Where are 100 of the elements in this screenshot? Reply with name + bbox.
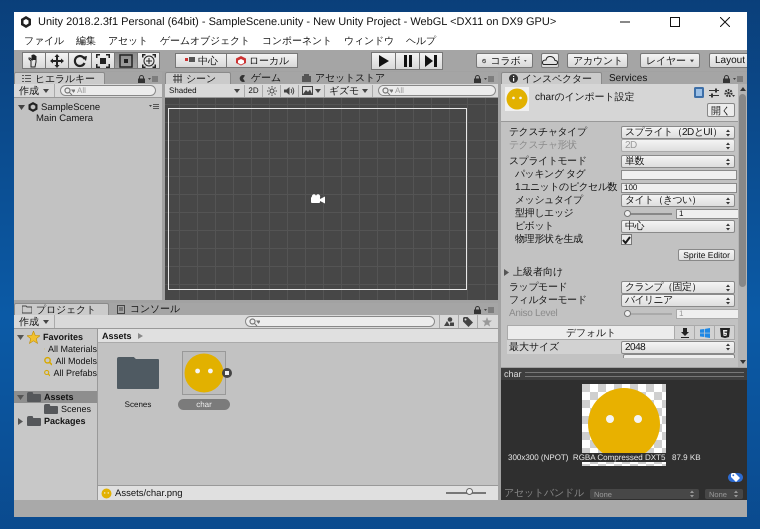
menu-item[interactable]: ファイル: [18, 34, 70, 48]
menu-item[interactable]: コンポーネント: [256, 34, 338, 48]
2d-toggle[interactable]: 2D: [245, 84, 263, 96]
play-button[interactable]: [371, 52, 395, 70]
sprite-editor-button[interactable]: Sprite Editor: [678, 249, 735, 261]
shading-dropdown[interactable]: Shaded: [165, 84, 245, 96]
window-title: Unity 2018.2.3f1 Personal (64bit) - SampleScene.unity - New Unity Project - WebGL <DX11 on DX9 GPU>: [38, 16, 556, 28]
expanded-arrow-icon[interactable]: [18, 104, 25, 110]
panel-menu-icon[interactable]: [484, 75, 494, 83]
menu-item[interactable]: ゲームオブジェクト: [154, 34, 256, 48]
text-field[interactable]: [621, 170, 737, 180]
checkbox[interactable]: [621, 234, 632, 245]
play-badge-icon[interactable]: [222, 368, 232, 378]
search-field[interactable]: All: [378, 85, 496, 96]
pacman-icon: [238, 74, 247, 82]
panel-tab[interactable]: コンソール: [109, 303, 192, 315]
open-button[interactable]: 開く: [707, 103, 735, 117]
asset-name[interactable]: char: [178, 399, 230, 410]
scale-tool-button[interactable]: [91, 52, 114, 69]
hierarchy-item[interactable]: Main Camera: [14, 113, 162, 125]
tree-item[interactable]: Packages: [14, 415, 97, 427]
updown-icon: [725, 284, 731, 292]
field-label: テクスチャタイプ: [509, 126, 588, 138]
tree-item[interactable]: All Models: [14, 355, 97, 367]
scrollbar[interactable]: [738, 84, 747, 367]
effects-dropdown[interactable]: [299, 84, 325, 96]
rotate-tool-button[interactable]: [68, 52, 91, 69]
pivot-button[interactable]: 中心: [175, 53, 227, 68]
download-icon: [680, 328, 690, 338]
panel-menu-icon[interactable]: [484, 306, 494, 314]
panel-tab[interactable]: Services: [602, 72, 656, 84]
help-book-icon[interactable]: [694, 87, 704, 98]
search-field[interactable]: All: [60, 85, 156, 96]
hand-tool-button[interactable]: [22, 52, 45, 69]
scene-name[interactable]: SampleScene: [41, 102, 100, 112]
asset-label-button[interactable]: [728, 473, 743, 482]
tree-item[interactable]: All Prefabs: [14, 367, 97, 379]
layers-dropdown[interactable]: レイヤー: [640, 53, 700, 68]
menu-item[interactable]: 編集: [70, 34, 102, 48]
panel-tab[interactable]: ゲーム: [231, 72, 295, 84]
menu-item[interactable]: ウィンドウ: [338, 34, 400, 48]
sliders-icon[interactable]: [709, 88, 719, 98]
gizmos-dropdown[interactable]: ギズモ: [325, 84, 373, 96]
transform-tool-button[interactable]: [137, 52, 160, 69]
folder-icon: [27, 392, 41, 402]
dropdown[interactable]: 単数: [621, 155, 735, 168]
cloud-button[interactable]: [541, 53, 559, 68]
updown-icon: [725, 128, 731, 136]
rotate-icon: [73, 54, 87, 68]
platform-tab[interactable]: [674, 326, 694, 339]
dropdown[interactable]: 中心: [621, 220, 735, 233]
scroll-down-icon: [740, 360, 746, 364]
breadcrumb[interactable]: Assets: [102, 330, 132, 340]
close-icon[interactable]: [720, 17, 730, 27]
updown-icon: [733, 490, 739, 498]
create-dropdown[interactable]: 作成: [14, 315, 55, 328]
asset-name[interactable]: Scenes: [118, 399, 158, 410]
tree-item[interactable]: Scenes: [14, 403, 97, 415]
expanded-arrow-icon[interactable]: [17, 334, 24, 340]
dropdown[interactable]: タイト（きつい）: [621, 194, 735, 207]
panel-tab[interactable]: アセットストア: [295, 72, 399, 84]
panel-tab[interactable]: プロジェクト: [14, 303, 109, 315]
create-dropdown[interactable]: 作成: [14, 84, 55, 97]
number-field[interactable]: 1: [676, 208, 738, 218]
foldout-label[interactable]: 上級者向け: [513, 265, 563, 279]
pivot-button[interactable]: ローカル: [227, 53, 298, 68]
tree-item[interactable]: Assets: [14, 391, 97, 403]
platform-tab[interactable]: [714, 326, 734, 339]
caret-icon: [362, 88, 368, 92]
tree-item[interactable]: Favorites: [14, 331, 97, 343]
rect-tool-button[interactable]: [114, 52, 137, 69]
tree-item[interactable]: All Materials: [14, 343, 97, 355]
info-icon: [509, 74, 518, 83]
panel-tab[interactable]: ヒエラルキー: [14, 72, 105, 84]
collapsed-arrow-icon[interactable]: [503, 268, 510, 276]
panel-tab[interactable]: シーン: [165, 72, 231, 84]
search-field[interactable]: [245, 316, 435, 327]
menu-item[interactable]: ヘルプ: [400, 34, 442, 48]
move-tool-button[interactable]: [45, 52, 68, 69]
panel-menu-icon[interactable]: [733, 75, 743, 83]
gear-icon[interactable]: [724, 88, 735, 98]
dropdown[interactable]: クランプ（固定）: [621, 281, 735, 294]
pause-button[interactable]: [395, 52, 419, 70]
menu-icon[interactable]: [149, 104, 159, 110]
maximize-icon[interactable]: [670, 17, 680, 27]
menu-item[interactable]: アセット: [102, 34, 154, 48]
audio-toggle[interactable]: [281, 84, 299, 96]
text-field[interactable]: 100: [621, 182, 737, 192]
transform-icon: [142, 54, 156, 68]
account-dropdown[interactable]: アカウント: [567, 53, 628, 68]
field-label: スプライトモード: [509, 156, 588, 168]
platform-tab[interactable]: デフォルト: [508, 326, 674, 339]
panel-menu-icon[interactable]: [148, 75, 158, 83]
dropdown[interactable]: 2048: [621, 340, 735, 354]
panel-tab[interactable]: インスペクター: [501, 72, 602, 84]
collab-button[interactable]: コラボ: [476, 53, 533, 68]
collapsed-arrow-icon[interactable]: [17, 418, 24, 424]
step-button[interactable]: [419, 52, 443, 70]
dropdown[interactable]: バイリニア: [621, 294, 735, 307]
layout-dropdown[interactable]: Layout: [709, 53, 747, 68]
